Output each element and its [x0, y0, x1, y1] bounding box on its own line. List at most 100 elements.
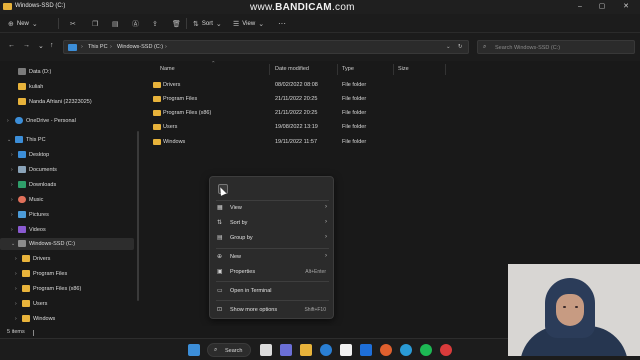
rename-button[interactable]: Ⓐ	[132, 17, 139, 30]
sidebar-item-windows-ssd[interactable]: ⌄ Windows-SSD (C:)	[0, 238, 134, 250]
navigation-pane: Data (D:) kuliah Nanda Afriani (22323025…	[0, 61, 140, 326]
chevron-right-icon[interactable]: ›	[15, 256, 17, 262]
table-row[interactable]: Program Files (x86) 21/11/2022 20:25 Fil…	[152, 107, 592, 120]
forward-arrow-icon[interactable]: →	[23, 42, 30, 49]
sidebar-item-drivers[interactable]: › Drivers	[0, 253, 134, 265]
start-windows-icon[interactable]	[188, 344, 200, 356]
app-l-icon[interactable]	[360, 344, 372, 356]
chevron-right-icon[interactable]: ›	[11, 167, 13, 173]
address-bar[interactable]: › This PC › Windows-SSD (C:) › ⌄ ↻	[63, 40, 469, 54]
address-dropdown-icon[interactable]: ⌄	[446, 44, 451, 50]
share-button[interactable]: ⇪	[152, 17, 158, 30]
sidebar-item-program-files[interactable]: › Program Files	[0, 268, 134, 280]
table-row[interactable]: Drivers 08/02/2022 08:08 File folder	[152, 79, 592, 92]
breadcrumb-this-pc[interactable]: This PC	[88, 44, 108, 50]
taskbar-search[interactable]: ⌕ Search	[207, 343, 251, 357]
sidebar-item-nanda[interactable]: Nanda Afriani (22323025)	[0, 96, 134, 108]
bandicam-icon[interactable]	[440, 344, 452, 356]
column-header-name[interactable]: Name	[160, 66, 175, 72]
trash-icon: 🗑	[172, 20, 181, 28]
chevron-right-icon[interactable]: ›	[11, 212, 13, 218]
chevron-right-icon[interactable]: ›	[11, 182, 13, 188]
paste-button[interactable]: ▤	[112, 17, 119, 30]
menu-item-properties[interactable]: ▣ Properties Alt+Enter	[213, 265, 332, 279]
menu-item-group-by[interactable]: ▤ Group by ›	[213, 231, 332, 245]
table-row[interactable]: Windows 19/11/2022 11:57 File folder	[152, 136, 592, 149]
sidebar-item-data-drive[interactable]: Data (D:)	[0, 66, 134, 78]
menu-item-show-more-options[interactable]: ⊡ Show more options Shift+F10	[213, 303, 332, 317]
table-row[interactable]: Users 19/08/2022 13:19 File folder	[152, 121, 592, 134]
sidebar-scrollbar[interactable]	[137, 131, 139, 301]
chevron-right-icon[interactable]: ›	[11, 197, 13, 203]
chevron-right-icon: ›	[325, 204, 327, 210]
copy-button[interactable]: ❐	[92, 17, 98, 30]
firefox-icon[interactable]	[380, 344, 392, 356]
folder-icon	[22, 270, 30, 277]
copy-icon: ❐	[92, 20, 99, 28]
maximize-button[interactable]: ▢	[594, 1, 610, 13]
more-options-icon: ⊡	[217, 307, 223, 313]
breadcrumb-windows-ssd[interactable]: Windows-SSD (C:)	[117, 44, 163, 50]
sidebar-item-program-files-x86[interactable]: › Program Files (x86)	[0, 283, 134, 295]
cut-button[interactable]: ✂	[70, 17, 76, 30]
presenter-face	[556, 294, 584, 326]
chevron-right-icon[interactable]: ›	[15, 271, 17, 277]
more-options-button[interactable]: ···	[278, 17, 286, 30]
chevron-right-icon[interactable]: ›	[15, 301, 17, 307]
view-button[interactable]: ☰ View ⌄	[233, 17, 264, 30]
sort-indicator-icon: ⌃	[211, 61, 216, 67]
sidebar-item-downloads[interactable]: › Downloads	[0, 179, 134, 191]
new-button[interactable]: ⊕ New ⌄	[8, 17, 38, 30]
sidebar-item-desktop[interactable]: › Desktop	[0, 149, 134, 161]
menu-item-new[interactable]: ⊕ New ›	[213, 250, 332, 264]
edge-alt-icon[interactable]	[400, 344, 412, 356]
menu-item-sort-by[interactable]: ⇅ Sort by ›	[213, 216, 332, 230]
sidebar-item-videos[interactable]: › Videos	[0, 224, 134, 236]
back-arrow-icon[interactable]: ←	[8, 42, 15, 49]
delete-button[interactable]: 🗑	[172, 17, 181, 30]
chevron-right-icon[interactable]: ›	[15, 316, 17, 322]
chevron-right-icon[interactable]: ›	[15, 286, 17, 292]
teams-icon[interactable]	[280, 344, 292, 356]
sidebar-item-documents[interactable]: › Documents	[0, 164, 134, 176]
minimize-button[interactable]: –	[572, 1, 588, 13]
search-input[interactable]	[495, 43, 630, 52]
sidebar-item-windows[interactable]: › Windows	[0, 313, 134, 325]
chevron-right-icon[interactable]: ›	[7, 118, 9, 124]
recent-chevron-icon[interactable]: ⌄	[38, 42, 44, 50]
videos-icon	[18, 226, 26, 233]
sidebar-item-music[interactable]: › Music	[0, 194, 134, 206]
plus-icon: ⊕	[8, 20, 14, 28]
file-explorer-icon[interactable]	[300, 344, 312, 356]
menu-item-open-terminal[interactable]: ▭ Open in Terminal	[213, 284, 332, 298]
chevron-down-icon[interactable]: ⌄	[7, 137, 11, 143]
store-icon[interactable]	[340, 344, 352, 356]
chevron-right-icon[interactable]: ›	[11, 152, 13, 158]
spotify-icon[interactable]	[420, 344, 432, 356]
column-header-type[interactable]: Type	[342, 66, 354, 72]
refresh-icon[interactable]: ↻	[458, 44, 463, 50]
sidebar-item-pictures[interactable]: › Pictures	[0, 209, 134, 221]
sidebar-item-this-pc[interactable]: ⌄ This PC	[0, 134, 134, 146]
sort-button[interactable]: ⇅ Sort ⌄	[193, 17, 222, 30]
sidebar-item-onedrive[interactable]: › OneDrive - Personal	[0, 115, 134, 127]
plus-icon: ⊕	[217, 254, 223, 260]
title-bar: Windows-SSD (C:) www.BANDICAM.com – ▢ ✕	[0, 0, 640, 14]
up-arrow-icon[interactable]: ↑	[50, 42, 54, 49]
chevron-right-icon[interactable]: ›	[11, 227, 13, 233]
search-box[interactable]: ⌕	[477, 40, 635, 54]
edge-icon[interactable]	[320, 344, 332, 356]
column-header-size[interactable]: Size	[398, 66, 409, 72]
menu-item-view[interactable]: ▦ View ›	[213, 201, 332, 215]
sidebar-item-kuliah[interactable]: kuliah	[0, 81, 134, 93]
column-header-date[interactable]: Date modified	[275, 66, 309, 72]
documents-icon	[18, 166, 26, 173]
folder-icon	[153, 124, 161, 130]
close-button[interactable]: ✕	[618, 1, 634, 13]
table-row[interactable]: Program Files 21/11/2022 20:25 File fold…	[152, 93, 592, 106]
recording-watermark: www.BANDICAM.com	[250, 2, 355, 13]
task-view-icon[interactable]	[260, 344, 272, 356]
sidebar-item-users[interactable]: › Users	[0, 298, 134, 310]
chevron-down-icon[interactable]: ⌄	[11, 241, 15, 247]
folder-icon	[22, 300, 30, 307]
